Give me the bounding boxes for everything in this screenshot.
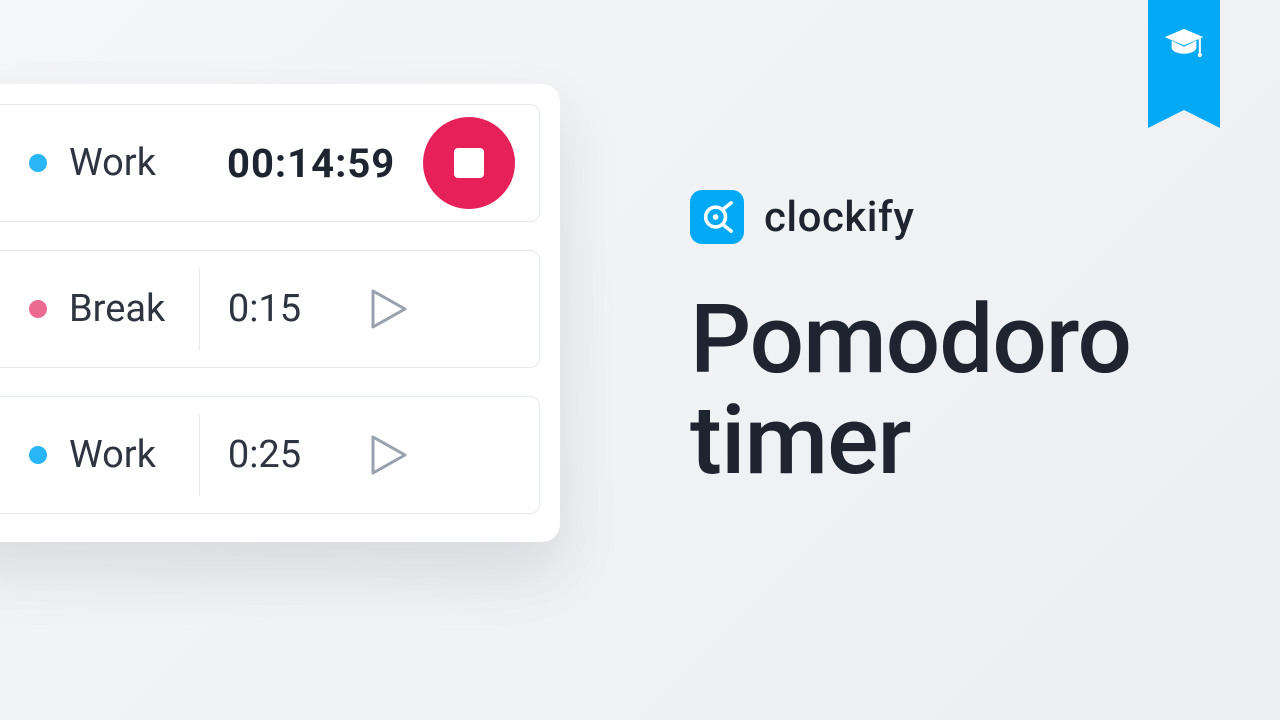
- graduation-cap-icon: [1162, 22, 1206, 66]
- play-button[interactable]: [329, 287, 449, 331]
- status-dot-icon: [29, 300, 47, 318]
- play-icon: [369, 433, 409, 477]
- session-label: Break: [69, 287, 199, 331]
- elapsed-time: 00:14:59: [199, 140, 403, 187]
- pomodoro-panel: Work 00:14:59 Break 0:15 Work 0:25: [0, 84, 560, 542]
- status-dot-icon: [29, 446, 47, 464]
- page-title: Pomodorotimer: [690, 290, 1131, 492]
- stop-button[interactable]: [423, 117, 515, 209]
- brand-name: clockify: [764, 193, 914, 242]
- timer-row-queued: Break 0:15: [0, 250, 540, 368]
- clockify-logo-icon: [690, 190, 744, 244]
- education-ribbon: [1148, 0, 1220, 110]
- timer-row-queued: Work 0:25: [0, 396, 540, 514]
- session-label: Work: [69, 433, 199, 477]
- status-dot-icon: [29, 154, 47, 172]
- session-duration: 0:15: [199, 268, 329, 349]
- session-label: Work: [69, 141, 199, 185]
- brand: clockify: [690, 190, 914, 244]
- play-button[interactable]: [329, 433, 449, 477]
- timer-row-active: Work 00:14:59: [0, 104, 540, 222]
- play-icon: [369, 287, 409, 331]
- stop-icon: [454, 148, 484, 178]
- session-duration: 0:25: [199, 414, 329, 495]
